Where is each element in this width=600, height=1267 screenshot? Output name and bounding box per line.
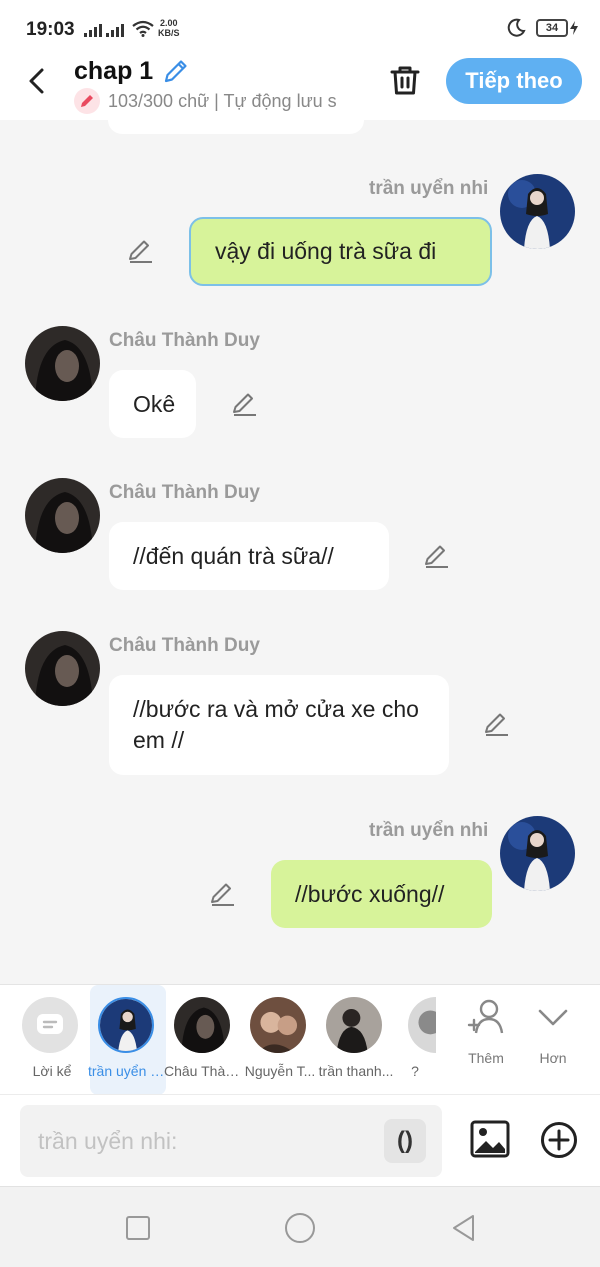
edit-message-icon[interactable] (127, 237, 155, 265)
message-input[interactable] (38, 1105, 378, 1177)
speaker-name: Châu Thành Duy (109, 482, 260, 503)
avatar (408, 997, 436, 1053)
more-button[interactable]: Hơn (525, 997, 581, 1066)
recents-square-icon[interactable] (123, 1213, 153, 1243)
narrator-icon (22, 997, 78, 1053)
character-label: Châu Thành Duy (164, 1063, 244, 1079)
title-row: chap 1 (74, 56, 191, 86)
back-triangle-icon[interactable] (449, 1213, 479, 1243)
character-narrator[interactable]: Lời kể (14, 985, 90, 1095)
edit-message-icon[interactable] (483, 710, 511, 738)
header: chap 1 103/300 chữ | Tự động lưu s Tiếp … (0, 56, 600, 120)
character-label: trần thanh... (318, 1063, 394, 1079)
more-label: Hơn (539, 1050, 567, 1066)
parenthesis-button[interactable]: () (384, 1119, 426, 1163)
word-count-row: 103/300 chữ | Tự động lưu s (74, 88, 364, 114)
avatar-chau-thanh-duy[interactable] (25, 326, 100, 401)
signal-icons (84, 20, 154, 37)
character-tran-uyen-nhi[interactable]: trần uyển nhi (88, 985, 168, 1095)
character-label: trần uyển nhi (88, 1063, 168, 1079)
message-input-box[interactable]: () (20, 1105, 442, 1177)
add-user-icon (467, 999, 504, 1034)
next-button[interactable]: Tiếp theo (446, 58, 582, 104)
character-tran-thanh[interactable]: trần thanh... (318, 985, 394, 1095)
net-speed: 2.00 KB/S (158, 18, 180, 38)
chat-area[interactable]: trần uyển nhi vậy đi uống trà sữa đi Châ… (0, 120, 600, 984)
wifi-icon (132, 20, 154, 37)
edit-message-icon[interactable] (423, 542, 451, 570)
speaker-name: Châu Thành Duy (109, 635, 260, 656)
system-nav-bar (0, 1186, 600, 1267)
character-chau-thanh-duy[interactable]: Châu Thành Duy (164, 985, 244, 1095)
edit-message-icon[interactable] (231, 390, 259, 418)
add-character-label: Thêm (468, 1050, 504, 1066)
message-bubble[interactable]: vậy đi uống trà sữa đi (189, 217, 492, 286)
trash-icon[interactable] (388, 63, 422, 97)
status-bar: 19:03 2.00 KB/S 34 (0, 0, 600, 56)
add-circle-icon[interactable] (540, 1121, 578, 1159)
charging-icon (570, 21, 578, 35)
battery-icon: 34 (536, 19, 568, 37)
character-label: Lời kể (32, 1063, 72, 1079)
edit-message-icon[interactable] (209, 880, 237, 908)
add-character-button[interactable]: Thêm (458, 997, 514, 1066)
speaker-name: Châu Thành Duy (109, 330, 260, 351)
message-bubble-partial[interactable] (108, 120, 364, 134)
character-bar: Lời kể trần uyển nhi Châu Thành Duy (0, 984, 600, 1095)
message-bubble[interactable]: //đến quán trà sữa// (109, 522, 389, 590)
status-right: 34 (506, 18, 578, 38)
speaker-name: trần uyển nhi (369, 820, 489, 841)
avatar-tran-uyen-nhi[interactable] (500, 174, 575, 249)
edit-title-icon[interactable] (161, 56, 191, 86)
signal-icon (84, 21, 102, 37)
character-nguyen[interactable]: Nguyễn T... (242, 985, 318, 1095)
avatar-chau-thanh-duy[interactable] (25, 631, 100, 706)
status-time: 19:03 (26, 19, 75, 40)
message-bubble[interactable]: //bước xuống// (271, 860, 492, 928)
character-label: ? (411, 1063, 419, 1079)
chapter-title: chap 1 (74, 56, 154, 85)
avatar (250, 997, 306, 1053)
avatar (326, 997, 382, 1053)
pencil-icon (74, 88, 100, 114)
character-partial[interactable]: ? (394, 985, 436, 1095)
character-label: Nguyễn T... (244, 1063, 316, 1079)
avatar (174, 997, 230, 1053)
home-circle-icon[interactable] (284, 1212, 316, 1244)
signal-icon (106, 21, 124, 37)
word-count-text: 103/300 chữ | Tự động lưu s (108, 90, 337, 111)
chevron-down-icon (538, 1009, 568, 1026)
moon-icon (507, 18, 526, 37)
message-bubble[interactable]: //bước ra và mở cửa xe cho em // (109, 675, 449, 775)
avatar (98, 997, 154, 1053)
avatar-tran-uyen-nhi[interactable] (500, 816, 575, 891)
composer: () (0, 1094, 600, 1186)
image-icon[interactable] (470, 1119, 510, 1159)
speaker-name: trần uyển nhi (369, 178, 489, 199)
back-arrow-icon[interactable] (20, 64, 54, 98)
avatar-chau-thanh-duy[interactable] (25, 478, 100, 553)
message-bubble[interactable]: Okê (109, 370, 196, 438)
